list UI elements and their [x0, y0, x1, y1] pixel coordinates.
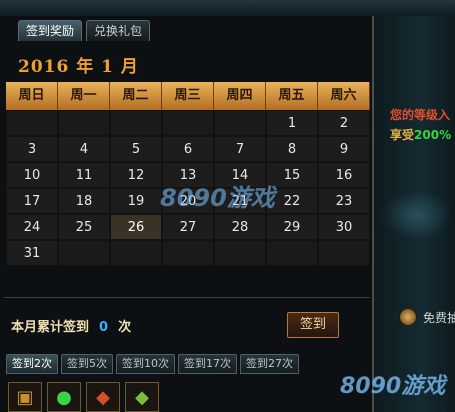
- calendar-empty-cell: [214, 110, 266, 136]
- bonus-prefix: 享受: [390, 128, 415, 142]
- calendar-day[interactable]: 9: [318, 136, 370, 162]
- calendar-title: 2016 年 1 月: [18, 57, 139, 77]
- weekday-header: 周日 周一 周二 周三 周四 周五 周六: [6, 82, 370, 110]
- calendar-empty-cell: [110, 110, 162, 136]
- green-orb-icon[interactable]: ●: [47, 382, 81, 412]
- calendar-empty-cell: [214, 240, 266, 266]
- calendar-day[interactable]: 12: [110, 162, 162, 188]
- weekday-wed: 周三: [162, 82, 214, 110]
- calendar-day[interactable]: 5: [110, 136, 162, 162]
- green-scroll-icon[interactable]: ◆: [125, 382, 159, 412]
- calendar-day[interactable]: 1: [266, 110, 318, 136]
- calendar-day[interactable]: 4: [58, 136, 110, 162]
- calendar-day[interactable]: 24: [6, 214, 58, 240]
- background-decoration: [382, 190, 452, 240]
- bonus-percent: 200%: [414, 128, 452, 142]
- reward-tab-2[interactable]: 签到2次: [6, 354, 58, 374]
- divider: [4, 297, 370, 298]
- calendar-empty-cell: [6, 110, 58, 136]
- calendar-day[interactable]: 17: [6, 188, 58, 214]
- calendar-day[interactable]: 26: [110, 214, 162, 240]
- panel-tabs: 签到奖励 兑换礼包: [18, 20, 154, 42]
- watermark-logo-corner: 8090游戏: [340, 374, 446, 399]
- summary-unit: 次: [118, 320, 132, 335]
- summary-label: 本月累计签到: [11, 320, 90, 335]
- sign-in-button[interactable]: 签到: [287, 312, 339, 338]
- reward-items: ▣ ● ◆ ◆: [8, 382, 164, 412]
- top-frame: [0, 0, 455, 17]
- calendar-day[interactable]: 27: [162, 214, 214, 240]
- watermark-logo: 8090游戏: [160, 184, 275, 212]
- calendar-empty-cell: [162, 110, 214, 136]
- reward-tab-27[interactable]: 签到27次: [240, 354, 299, 374]
- calendar-empty-cell: [318, 240, 370, 266]
- reward-tab-17[interactable]: 签到17次: [178, 354, 237, 374]
- calendar-day[interactable]: 2: [318, 110, 370, 136]
- calendar-day[interactable]: 8: [266, 136, 318, 162]
- weekday-mon: 周一: [58, 82, 110, 110]
- reward-tabs: 签到2次 签到5次 签到10次 签到17次 签到27次: [6, 354, 302, 374]
- calendar-day[interactable]: 16: [318, 162, 370, 188]
- calendar-day[interactable]: 3: [6, 136, 58, 162]
- calendar-empty-cell: [110, 240, 162, 266]
- calendar-day[interactable]: 19: [110, 188, 162, 214]
- monthly-summary: 本月累计签到 0 次: [11, 316, 131, 335]
- level-text: 您的等级入: [390, 108, 451, 122]
- calendar-day[interactable]: 10: [6, 162, 58, 188]
- free-draw-radio-icon[interactable]: [399, 308, 417, 326]
- tab-sign-in-reward[interactable]: 签到奖励: [18, 20, 83, 41]
- calendar-day[interactable]: 23: [318, 188, 370, 214]
- chest-icon[interactable]: ▣: [8, 382, 42, 412]
- weekday-thu: 周四: [214, 82, 266, 110]
- calendar-empty-cell: [58, 240, 110, 266]
- weekday-fri: 周五: [266, 82, 318, 110]
- bonus-text: 享受200%: [390, 126, 451, 143]
- red-scroll-icon[interactable]: ◆: [86, 382, 120, 412]
- calendar-empty-cell: [266, 240, 318, 266]
- calendar-day[interactable]: 11: [58, 162, 110, 188]
- calendar-day[interactable]: 6: [162, 136, 214, 162]
- tab-redeem-gift[interactable]: 兑换礼包: [86, 20, 151, 41]
- weekday-sat: 周六: [318, 82, 370, 110]
- calendar-day[interactable]: 31: [6, 240, 58, 266]
- calendar-empty-cell: [162, 240, 214, 266]
- calendar: 周日 周一 周二 周三 周四 周五 周六 1 2 3 4 5 6 7 8 9 10 11 12 13 14…: [6, 82, 370, 266]
- weekday-sun: 周日: [6, 82, 58, 110]
- weekday-tue: 周二: [110, 82, 162, 110]
- calendar-day[interactable]: 25: [58, 214, 110, 240]
- calendar-day[interactable]: 29: [266, 214, 318, 240]
- free-draw-label[interactable]: 免费抽: [423, 309, 455, 326]
- calendar-day[interactable]: 18: [58, 188, 110, 214]
- summary-count: 0: [99, 320, 109, 335]
- calendar-day[interactable]: 30: [318, 214, 370, 240]
- calendar-day[interactable]: 28: [214, 214, 266, 240]
- calendar-day[interactable]: 7: [214, 136, 266, 162]
- reward-tab-10[interactable]: 签到10次: [116, 354, 175, 374]
- reward-tab-5[interactable]: 签到5次: [61, 354, 113, 374]
- calendar-empty-cell: [58, 110, 110, 136]
